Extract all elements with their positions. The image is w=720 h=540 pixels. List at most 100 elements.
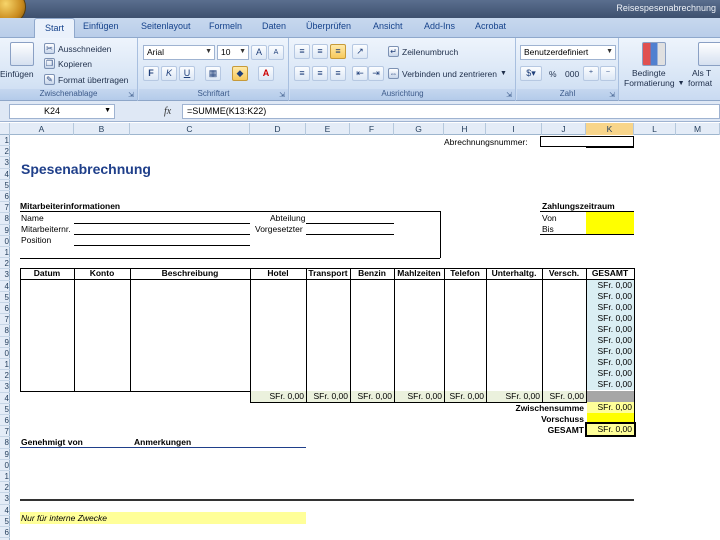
tab-ansicht[interactable]: Ansicht <box>373 21 403 31</box>
total-fuel[interactable]: SFr. 0,00 <box>351 391 394 402</box>
row-total-cell[interactable]: SFr. 0,00 <box>587 368 634 379</box>
align-right-icon[interactable]: ≡ <box>330 66 346 81</box>
total-entertainment[interactable]: SFr. 0,00 <box>487 391 542 402</box>
position-field[interactable] <box>74 245 250 246</box>
row-header[interactable]: 3 <box>0 381 10 393</box>
function-icon[interactable]: fx <box>164 106 171 117</box>
from-date-cell[interactable] <box>586 212 634 223</box>
total-meals[interactable]: SFr. 0,00 <box>395 391 444 402</box>
employee-no-field[interactable] <box>74 234 250 235</box>
tab-acrobat[interactable]: Acrobat <box>475 21 506 31</box>
conditional-formatting-icon[interactable] <box>642 42 666 66</box>
tab-formeln[interactable]: Formeln <box>209 21 242 31</box>
row-header[interactable]: 2 <box>0 482 10 494</box>
row-header[interactable]: 2 <box>0 370 10 382</box>
underline-button[interactable]: U <box>179 66 195 81</box>
total-misc[interactable]: SFr. 0,00 <box>543 391 586 402</box>
row-header[interactable]: 4 <box>0 281 10 292</box>
row-header[interactable]: 3 <box>0 493 10 505</box>
font-color-icon[interactable]: A <box>258 66 274 81</box>
row-header[interactable]: 8 <box>0 437 10 449</box>
currency-icon[interactable]: $▾ <box>520 66 542 81</box>
row-header[interactable]: 5 <box>0 516 10 527</box>
row-header[interactable]: 7 <box>0 426 10 438</box>
row-header[interactable]: 7 <box>0 314 10 326</box>
align-top-icon[interactable]: ≡ <box>294 44 310 59</box>
tab-start[interactable]: Start <box>34 18 76 39</box>
row-header[interactable]: 0 <box>0 460 10 471</box>
row-header[interactable]: 6 <box>0 191 10 203</box>
row-total-cell[interactable]: SFr. 0,00 <box>587 379 634 390</box>
total-hotel[interactable]: SFr. 0,00 <box>251 391 306 402</box>
row-header[interactable]: 0 <box>0 348 10 359</box>
row-header[interactable]: 0 <box>0 236 10 247</box>
row-header[interactable]: 8 <box>0 213 10 225</box>
column-header-f[interactable]: F <box>350 123 394 135</box>
row-header[interactable]: 1 <box>0 247 10 259</box>
row-header[interactable]: 7 <box>0 202 10 214</box>
row-total-cell[interactable]: SFr. 0,00 <box>587 346 634 357</box>
tab-daten[interactable]: Daten <box>262 21 286 31</box>
number-format-dropdown[interactable]: Benutzerdefiniert ▼ <box>520 45 616 60</box>
row-total-cell[interactable]: SFr. 0,00 <box>587 302 634 313</box>
alignment-launcher-icon[interactable]: ⇲ <box>506 91 512 99</box>
column-header-i[interactable]: I <box>486 123 542 135</box>
row-header[interactable]: 2 <box>0 258 10 270</box>
conditional-formatting-label[interactable]: Bedingte <box>632 68 666 78</box>
row-header[interactable]: 3 <box>0 269 10 281</box>
wrap-text-button[interactable]: ↵ Zeilenumbruch <box>388 46 458 57</box>
invoice-number-cell[interactable] <box>540 136 634 147</box>
paste-icon[interactable] <box>10 42 34 66</box>
row-header[interactable]: 3 <box>0 157 10 169</box>
shrink-font-icon[interactable]: A <box>268 45 284 60</box>
increase-indent-icon[interactable]: ⇥ <box>368 66 384 81</box>
decrease-decimal-icon[interactable]: ⁻ <box>600 66 616 81</box>
font-name-dropdown[interactable]: Arial ▼ <box>143 45 215 60</box>
column-header-d[interactable]: D <box>250 123 306 135</box>
merge-center-button[interactable]: ⇔ Verbinden und zentrieren ▼ <box>388 68 507 79</box>
row-header[interactable]: 6 <box>0 527 10 539</box>
row-header[interactable]: 5 <box>0 180 10 191</box>
row-total-cell[interactable]: SFr. 0,00 <box>587 324 634 335</box>
row-header[interactable]: 1 <box>0 471 10 483</box>
align-middle-icon[interactable]: ≡ <box>312 44 328 59</box>
department-field[interactable] <box>306 223 394 224</box>
row-header[interactable]: 5 <box>0 404 10 415</box>
row-header[interactable]: 4 <box>0 393 10 404</box>
font-size-dropdown[interactable]: 10 ▼ <box>217 45 249 60</box>
percent-button[interactable]: % <box>549 69 557 79</box>
subtotal-value[interactable]: SFr. 0,00 <box>587 402 634 413</box>
row-total-cell[interactable]: SFr. 0,00 <box>587 291 634 302</box>
align-center-icon[interactable]: ≡ <box>312 66 328 81</box>
grow-font-icon[interactable]: A <box>251 45 267 60</box>
row-total-cell[interactable]: SFr. 0,00 <box>587 280 634 291</box>
total-value[interactable]: SFr. 0,00 <box>585 422 636 437</box>
row-header[interactable]: 8 <box>0 325 10 337</box>
format-as-table-label[interactable]: Als T <box>692 68 711 78</box>
clipboard-launcher-icon[interactable]: ⇲ <box>128 91 134 99</box>
name-field[interactable] <box>74 223 250 224</box>
column-header-e[interactable]: E <box>306 123 350 135</box>
row-header[interactable]: 1 <box>0 135 10 147</box>
row-header[interactable]: 9 <box>0 225 10 236</box>
row-header[interactable]: 5 <box>0 292 10 303</box>
total-phone[interactable]: SFr. 0,00 <box>445 391 486 402</box>
align-left-icon[interactable]: ≡ <box>294 66 310 81</box>
supervisor-field[interactable] <box>306 234 394 235</box>
copy-button[interactable]: ❐ Kopieren <box>44 58 92 69</box>
worksheet[interactable]: Abrechnungsnummer: Spesenabrechnung Mita… <box>10 135 720 540</box>
cut-button[interactable]: ✂ Ausschneiden <box>44 43 111 54</box>
conditional-formatting-label-2[interactable]: Formatierung ▼ <box>624 78 685 88</box>
name-box[interactable]: K24 ▼ <box>9 104 115 119</box>
to-date-cell[interactable] <box>586 223 634 234</box>
fill-color-icon[interactable]: ◆ <box>232 66 248 81</box>
row-total-cell[interactable]: SFr. 0,00 <box>587 313 634 324</box>
row-header[interactable]: 4 <box>0 169 10 180</box>
thousands-button[interactable]: 000 <box>565 69 579 79</box>
tab-addins[interactable]: Add-Ins <box>424 21 455 31</box>
tab-seitenlayout[interactable]: Seitenlayout <box>141 21 191 31</box>
column-header-b[interactable]: B <box>74 123 130 135</box>
row-header[interactable]: 6 <box>0 415 10 427</box>
total-transport[interactable]: SFr. 0,00 <box>307 391 350 402</box>
column-header-c[interactable]: C <box>130 123 250 135</box>
